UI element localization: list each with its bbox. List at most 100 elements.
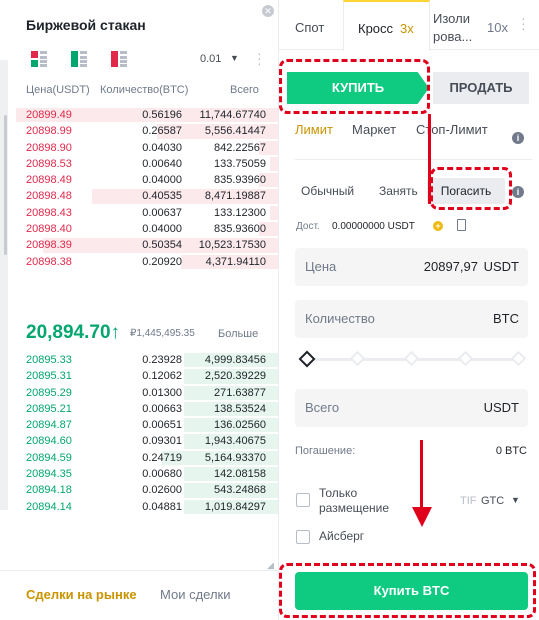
bid-total: 142.08158	[214, 468, 266, 481]
trades-tabs: Сделки на рынке Мои сделки	[0, 570, 278, 620]
info-icon[interactable]: i	[512, 186, 524, 198]
ask-total: 4,371.94110	[205, 255, 266, 268]
ask-total: 8,471.19887	[204, 190, 266, 203]
ask-price: 20898.38	[26, 255, 72, 268]
more-options-icon[interactable]: · · ·	[257, 46, 263, 70]
bid-qty: 0.04881	[142, 500, 182, 513]
last-price-fiat: ₽1,445,495.35	[130, 328, 195, 339]
available-value: 0.00000000 USDT	[332, 221, 415, 232]
info-icon[interactable]: i	[512, 132, 524, 144]
iceberg-label[interactable]: Айсберг	[319, 529, 364, 544]
bid-row[interactable]: 20894.59 0.24719 5,164.93370	[8, 450, 278, 466]
repay-label: Погашение:	[295, 445, 356, 457]
ask-row[interactable]: 20898.53 0.00640 133.75059	[8, 156, 278, 172]
ask-qty: 0.04000	[142, 223, 182, 236]
order-type-stop-limit[interactable]: Стоп-Лимит	[416, 122, 488, 137]
view-asks-icon[interactable]	[111, 51, 127, 67]
slider-step-50[interactable]	[403, 350, 420, 367]
ask-total: 5,556.41447	[204, 125, 266, 138]
slider-handle[interactable]	[298, 350, 316, 368]
bid-qty: 0.01300	[142, 386, 182, 399]
quantity-field[interactable]: Количество BTC	[295, 300, 528, 338]
ask-row[interactable]: 20898.40 0.04000 835.93600	[8, 221, 278, 237]
order-type-limit[interactable]: Лимит	[295, 122, 333, 137]
header-qty: Количество(BTC)	[100, 84, 189, 96]
bid-row[interactable]: 20894.87 0.00651 136.02560	[8, 417, 278, 433]
bid-row[interactable]: 20895.31 0.12062 2,520.39229	[8, 368, 278, 384]
bid-price: 20894.59	[26, 451, 72, 464]
slider-step-75[interactable]	[457, 350, 474, 367]
tab-my-trades[interactable]: Мои сделки	[160, 587, 231, 602]
bid-price: 20894.18	[26, 484, 72, 497]
tab-market-trades[interactable]: Сделки на рынке	[26, 587, 137, 602]
view-both-icon[interactable]	[31, 51, 47, 67]
mode-repay[interactable]: Погасить	[427, 178, 505, 204]
bid-total: 5,164.93370	[204, 451, 266, 464]
ask-row[interactable]: 20898.49 0.04000 835.93960	[8, 172, 278, 188]
price-value[interactable]: 20897,97	[424, 259, 478, 274]
sell-side-button[interactable]: ПРОДАТЬ	[433, 72, 529, 104]
quantity-unit: BTC	[493, 311, 519, 326]
bid-row[interactable]: 20894.60 0.09301 1,943.40675	[8, 433, 278, 449]
transfer-plus-icon[interactable]: +	[433, 221, 443, 231]
scrollbar[interactable]	[4, 115, 7, 255]
chevron-down-icon[interactable]: ▼	[230, 53, 239, 63]
bid-qty: 0.24719	[142, 451, 182, 464]
mode-borrow[interactable]: Занять	[379, 184, 418, 198]
more-options-icon[interactable]: · · ·	[521, 11, 526, 66]
bid-row[interactable]: 20894.14 0.04881 1,019.84297	[8, 499, 278, 515]
bid-row[interactable]: 20894.18 0.02600 543.24868	[8, 482, 278, 498]
ask-row[interactable]: 20898.99 0.26587 5,556.41447	[8, 123, 278, 139]
only-placement-checkbox[interactable]	[296, 493, 310, 507]
tab-isolated[interactable]: Изоли рова...	[433, 10, 481, 60]
ask-row[interactable]: 20898.39 0.50354 10,523.17530	[8, 237, 278, 253]
price-field[interactable]: Цена 20897,97 USDT	[295, 248, 528, 286]
order-type-market[interactable]: Маркет	[352, 122, 396, 137]
chevron-down-icon[interactable]: ▼	[511, 495, 520, 505]
bid-qty: 0.00663	[142, 402, 182, 415]
order-form-panel: Спот Кросс 3x Изоли рова... 10x · · · КУПИ…	[278, 0, 539, 620]
total-field[interactable]: Всего USDT	[295, 389, 528, 427]
ask-list: 20899.49 0.56196 11,744.67740 20898.99 0.265…	[8, 107, 278, 270]
bid-row[interactable]: 20895.33 0.23928 4,999.83456	[8, 352, 278, 368]
bid-row[interactable]: 20895.21 0.00663 138.53524	[8, 401, 278, 417]
bid-row[interactable]: 20894.35 0.00680 142.08158	[8, 466, 278, 482]
bid-price: 20895.21	[26, 402, 72, 415]
bid-price: 20895.29	[26, 386, 72, 399]
buy-side-button[interactable]: КУПИТЬ	[287, 72, 429, 104]
total-unit: USDT	[483, 400, 519, 415]
amount-slider[interactable]	[298, 350, 527, 368]
calculator-icon[interactable]	[457, 219, 466, 231]
submit-buy-button[interactable]: Купить BTC	[295, 572, 528, 610]
annotation-arrow-head-icon	[412, 507, 432, 527]
bid-qty: 0.02600	[142, 484, 182, 497]
bid-price: 20895.31	[26, 370, 72, 383]
ask-qty: 0.04030	[142, 141, 182, 154]
view-bids-icon[interactable]	[71, 51, 87, 67]
precision-select[interactable]: 0.01	[200, 53, 221, 65]
bid-row[interactable]: 20895.29 0.01300 271.63877	[8, 385, 278, 401]
more-link[interactable]: Больше	[218, 328, 258, 340]
tab-cross[interactable]: Кросс 3x	[343, 0, 430, 51]
ask-row[interactable]: 20898.90 0.04030 842.22567	[8, 140, 278, 156]
bid-qty: 0.09301	[142, 435, 182, 448]
ask-row[interactable]: 20899.49 0.56196 11,744.67740	[8, 107, 278, 123]
slider-step-25[interactable]	[349, 350, 366, 367]
slider-step-100[interactable]	[510, 350, 527, 367]
ask-row[interactable]: 20898.38 0.20920 4,371.94110	[8, 254, 278, 270]
only-placement-label[interactable]: Только размещение	[319, 486, 399, 516]
ask-price: 20898.40	[26, 223, 72, 236]
margin-tabs: Спот Кросс 3x Изоли рова... 10x · · ·	[279, 0, 539, 51]
tab-isolated-leverage[interactable]: 10x	[487, 20, 508, 70]
ask-row[interactable]: 20898.43 0.00637 133.12300	[8, 205, 278, 221]
iceberg-checkbox[interactable]	[296, 530, 310, 544]
tif-select[interactable]: GTC	[481, 495, 504, 507]
ask-total: 11,744.67740	[199, 109, 266, 121]
ask-row[interactable]: 20898.48 0.40535 8,471.19887	[8, 188, 278, 204]
close-icon[interactable]: ✕	[262, 5, 274, 17]
tab-spot[interactable]: Спот	[295, 20, 324, 70]
mode-normal[interactable]: Обычный	[301, 184, 354, 198]
ask-qty: 0.56196	[142, 109, 182, 121]
ask-qty: 0.20920	[142, 255, 182, 268]
bid-total: 2,520.39229	[204, 370, 266, 383]
